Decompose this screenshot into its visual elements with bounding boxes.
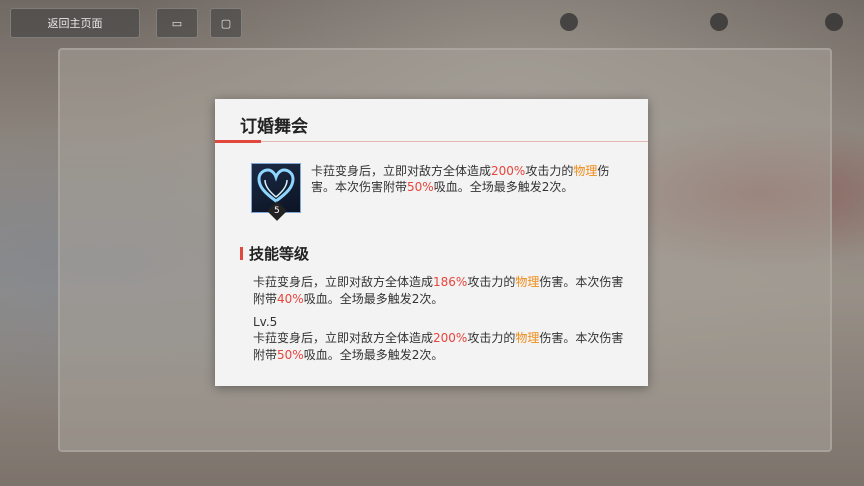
- popup-header: 订婚舞会: [215, 99, 648, 143]
- highlight-text: 物理: [515, 275, 540, 289]
- menu-icon: ▢: [220, 16, 232, 30]
- resource-2: [710, 12, 728, 32]
- level-description: 卡菈变身后，立即对敌方全体造成200%攻击力的物理伤害。本次伤害附带50%吸血。…: [253, 330, 625, 364]
- highlight-text: 200%: [433, 331, 468, 345]
- popup-title: 订婚舞会: [240, 117, 308, 137]
- highlight-text: 物理: [515, 331, 540, 345]
- description-text: 攻击力的: [525, 164, 574, 178]
- heart-swan-icon: [257, 168, 295, 203]
- highlight-text: 200%: [491, 164, 526, 178]
- resource-1-icon: [560, 13, 578, 31]
- description-text: 卡菈变身后，立即对敌方全体造成: [253, 331, 434, 345]
- header-accent-bar: [215, 140, 261, 143]
- description-text: 攻击力的: [467, 331, 516, 345]
- section-title: 技能等级: [249, 245, 310, 263]
- settings-button[interactable]: [825, 12, 843, 32]
- level-label: Lv.5: [253, 315, 278, 329]
- level-description: 卡菈变身后，立即对敌方全体造成186%攻击力的物理伤害。本次伤害附带40%吸血。…: [253, 274, 625, 308]
- camera-icon: ▭: [171, 16, 183, 30]
- skill-icon: 5: [251, 163, 301, 221]
- resource-2-icon: [710, 13, 728, 31]
- highlight-text: 50%: [407, 180, 434, 194]
- highlight-text: 186%: [433, 275, 468, 289]
- description-text: 攻击力的: [467, 275, 516, 289]
- highlight-text: 40%: [277, 292, 304, 306]
- description-text: 吸血。全场最多触发2次。: [433, 180, 574, 194]
- resource-1: [560, 12, 578, 32]
- gear-icon: [825, 13, 843, 31]
- highlight-text: 物理: [573, 164, 598, 178]
- camera-button[interactable]: ▭: [156, 8, 198, 38]
- skill-detail-popup: 订婚舞会 5 卡菈变身后，立即对敌方全体造成200%攻击力的物理伤害。本次伤害附…: [215, 99, 648, 386]
- skill-level-value: 5: [274, 205, 280, 216]
- description-text: 卡菈变身后，立即对敌方全体造成: [311, 164, 492, 178]
- menu-button[interactable]: ▢: [210, 8, 242, 38]
- highlight-text: 50%: [277, 348, 304, 362]
- section-accent-bar: [240, 247, 243, 260]
- description-text: 吸血。全场最多触发2次。: [303, 292, 444, 306]
- back-button-label: 返回主页面: [47, 17, 103, 30]
- back-button[interactable]: 返回主页面: [10, 8, 140, 38]
- top-bar: 返回主页面 ▭ ▢: [0, 0, 864, 42]
- skill-description: 卡菈变身后，立即对敌方全体造成200%攻击力的物理伤害。本次伤害附带50%吸血。…: [311, 163, 631, 195]
- header-divider: [215, 141, 648, 142]
- description-text: 吸血。全场最多触发2次。: [303, 348, 444, 362]
- description-text: 卡菈变身后，立即对敌方全体造成: [253, 275, 434, 289]
